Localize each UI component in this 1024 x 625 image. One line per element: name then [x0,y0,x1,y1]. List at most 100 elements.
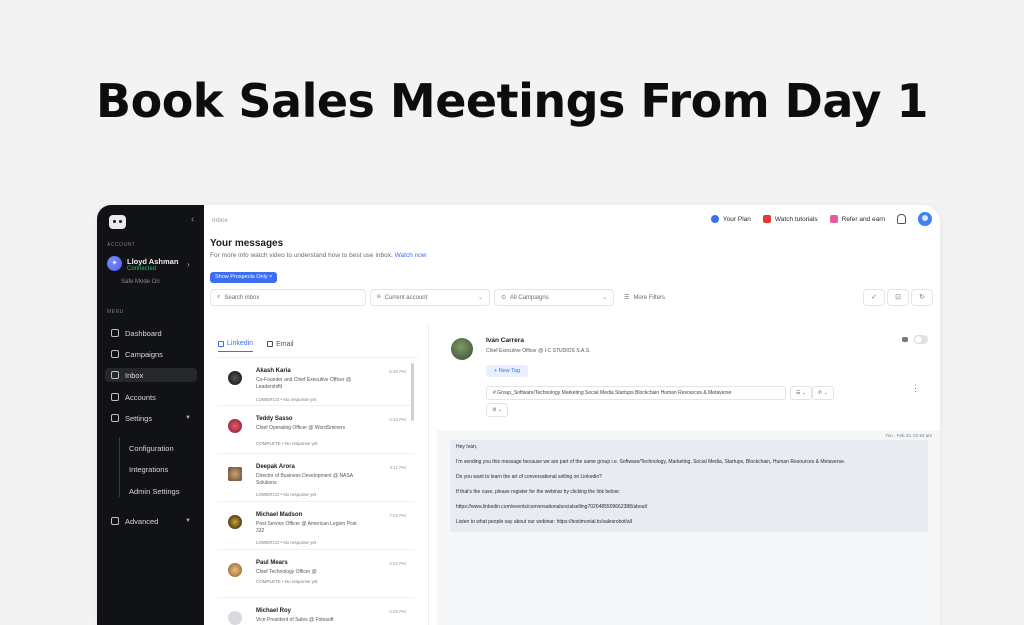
conversation-time: 7:02 PM [389,513,406,518]
watch-tutorials-button[interactable]: Watch tutorials [762,215,818,223]
message-link[interactable]: https://www.linkedin.com/events/conversa… [456,504,922,511]
conversation-time: 6:36 PM [389,369,406,374]
watch-tutorials-label: Watch tutorials [774,215,818,223]
refresh-icon[interactable]: ↻ [911,289,933,306]
watch-now-link[interactable]: Watch now [395,252,427,259]
new-tag-button[interactable]: + New Tag [486,365,529,377]
conversation-time: 4:22 PM [389,561,406,566]
menu-section-label: MENU [107,309,124,315]
message-meta: You · Feb 23, 01:54 am [885,433,932,438]
contact-name: Akash Karia [256,368,291,374]
caret-down-icon: ▼ [185,415,191,421]
conversation-scrollbar[interactable] [411,363,414,421]
list-item[interactable]: Michael Roy Vice President of Sales @ Fo… [218,598,414,625]
sidebar-item-settings[interactable]: Settings ▼ [105,411,197,425]
sidebar-subitem-configuration[interactable]: Configuration [129,444,174,453]
user-avatar[interactable] [918,212,932,226]
plan-icon [710,215,719,223]
contact-role: Co-Founder and Chief Executive Officer @… [256,377,352,390]
sidebar-item-advanced[interactable]: Advanced ▼ [105,514,197,528]
robot-logo-icon [109,215,126,229]
contact-role: Chief Operating Officer @ WordSminers [256,425,346,431]
show-prospects-only-chip[interactable]: Show Prospects Only × [210,272,278,283]
sidebar-item-campaigns[interactable]: Campaigns [105,347,197,361]
contact-name: Michael Roy [256,608,292,614]
youtube-icon [762,215,771,223]
refer-and-earn-button[interactable]: Refer and earn [829,215,885,223]
avatar [228,563,242,577]
account-avatar[interactable]: ✦ [107,256,122,271]
conversation-status: LOWERCO • No response yet [256,540,317,545]
chevron-right-icon[interactable]: › [187,260,190,269]
all-campaigns-label: All Campaigns [510,294,549,301]
contact-avatar[interactable] [451,338,473,360]
sidebar-item-dashboard[interactable]: Dashboard [105,326,197,340]
gift-icon [829,215,838,223]
current-account-select[interactable]: ⍝ Current account ⌄ [370,289,490,306]
sidebar: ‹ ACCOUNT ✦ Lloyd Ashman Connected › Saf… [97,205,204,625]
conversation-status: LOWERCO • No response yet [256,492,317,497]
current-account-label: Current account [384,294,428,301]
avatar [228,371,242,385]
contact-role: Chief Technology Officer @ [256,569,317,575]
check-icon[interactable]: ✓ [863,289,885,306]
main-panel: Inbox Your Plan Watch tutorials Refer an… [204,205,940,625]
tab-email[interactable]: Email [267,340,294,352]
more-options-icon[interactable]: ⋮ [911,383,920,394]
caret-down-icon: ▼ [185,518,191,524]
user-icon: ⍝ [377,294,381,300]
list-item[interactable]: Paul Mears Chief Technology Officer @ CO… [218,550,414,598]
breadcrumb: Inbox [212,217,228,224]
contact-header-name[interactable]: Iván Carrera [486,337,524,344]
settings-select[interactable]: ⚙ ⌄ [486,403,509,417]
contact-role: Post Service Officer @ American Legion P… [256,521,357,534]
page-title: Your messages [210,238,284,249]
bell-icon[interactable] [897,214,906,224]
list-item[interactable]: Teddy Sasso Chief Operating Officer @ Wo… [218,406,414,454]
contact-role: Director of Business Development @ NASA … [256,473,353,486]
sidebar-item-label: Dashboard [125,328,162,338]
safe-mode-status: Safe Mode On [121,279,160,285]
sidebar-subitem-admin-settings[interactable]: Admin Settings [129,487,179,496]
contact-name: Teddy Sasso [256,416,293,422]
sidebar-subitem-integrations[interactable]: Integrations [129,465,168,474]
more-filters-button[interactable]: ☰ More Filters [618,289,672,306]
subtitle-text: For more info watch video to understand … [210,252,393,259]
dashboard-icon [111,329,119,337]
refer-and-earn-label: Refer and earn [841,215,885,223]
tab-linkedin[interactable]: Linkedin [218,340,254,352]
panel-divider [428,325,429,625]
sidebar-item-label: Accounts [125,392,156,402]
sidebar-item-label: Inbox [125,370,144,380]
filter-icon: ☰ [624,295,630,301]
contact-toggle[interactable] [914,335,928,344]
campaign-icon: ⊙ [501,295,507,301]
your-plan-button[interactable]: Your Plan [710,215,751,223]
message-line: I'm sending you this message because we … [456,459,846,465]
account-section-label: ACCOUNT [107,242,136,248]
your-plan-label: Your Plan [722,215,751,223]
message-bubble: Hey Iván, I'm sending you this message b… [450,440,928,532]
contact-header-role: Chief Executive Officer @ I-C STUDIOS S.… [486,348,591,354]
list-item[interactable]: Deepak Arora Director of Business Develo… [218,454,414,502]
avatar [228,467,242,481]
account-name[interactable]: Lloyd Ashman [127,257,178,266]
list-item[interactable]: Michael Madson Post Service Officer @ Am… [218,502,414,550]
sidebar-item-accounts[interactable]: Accounts [105,390,197,404]
tags-field[interactable]: # Group_Software/Technology Marketing So… [486,386,786,400]
tag-view-select[interactable]: ☰ ⌄ [790,386,813,400]
message-thread: You · Feb 23, 01:54 am Hey Iván, I'm sen… [437,430,940,625]
search-placeholder: Search inbox [224,294,260,301]
avatar [228,419,242,433]
phone-select[interactable]: ✆ ⌄ [812,386,834,400]
advanced-icon [111,517,119,525]
campaign-icon [111,350,119,358]
archive-icon[interactable]: ⊡ [887,289,909,306]
account-status: Connected [127,266,157,272]
search-input[interactable]: ⌕ Search inbox [210,289,366,306]
collapse-sidebar-icon[interactable]: ‹ [191,214,194,225]
message-line: If that's the case, please register for … [456,489,620,495]
list-item[interactable]: Akash Karia Co-Founder and Chief Executi… [218,358,414,406]
all-campaigns-select[interactable]: ⊙ All Campaigns ⌄ [494,289,614,306]
sidebar-item-inbox[interactable]: Inbox [105,368,197,382]
